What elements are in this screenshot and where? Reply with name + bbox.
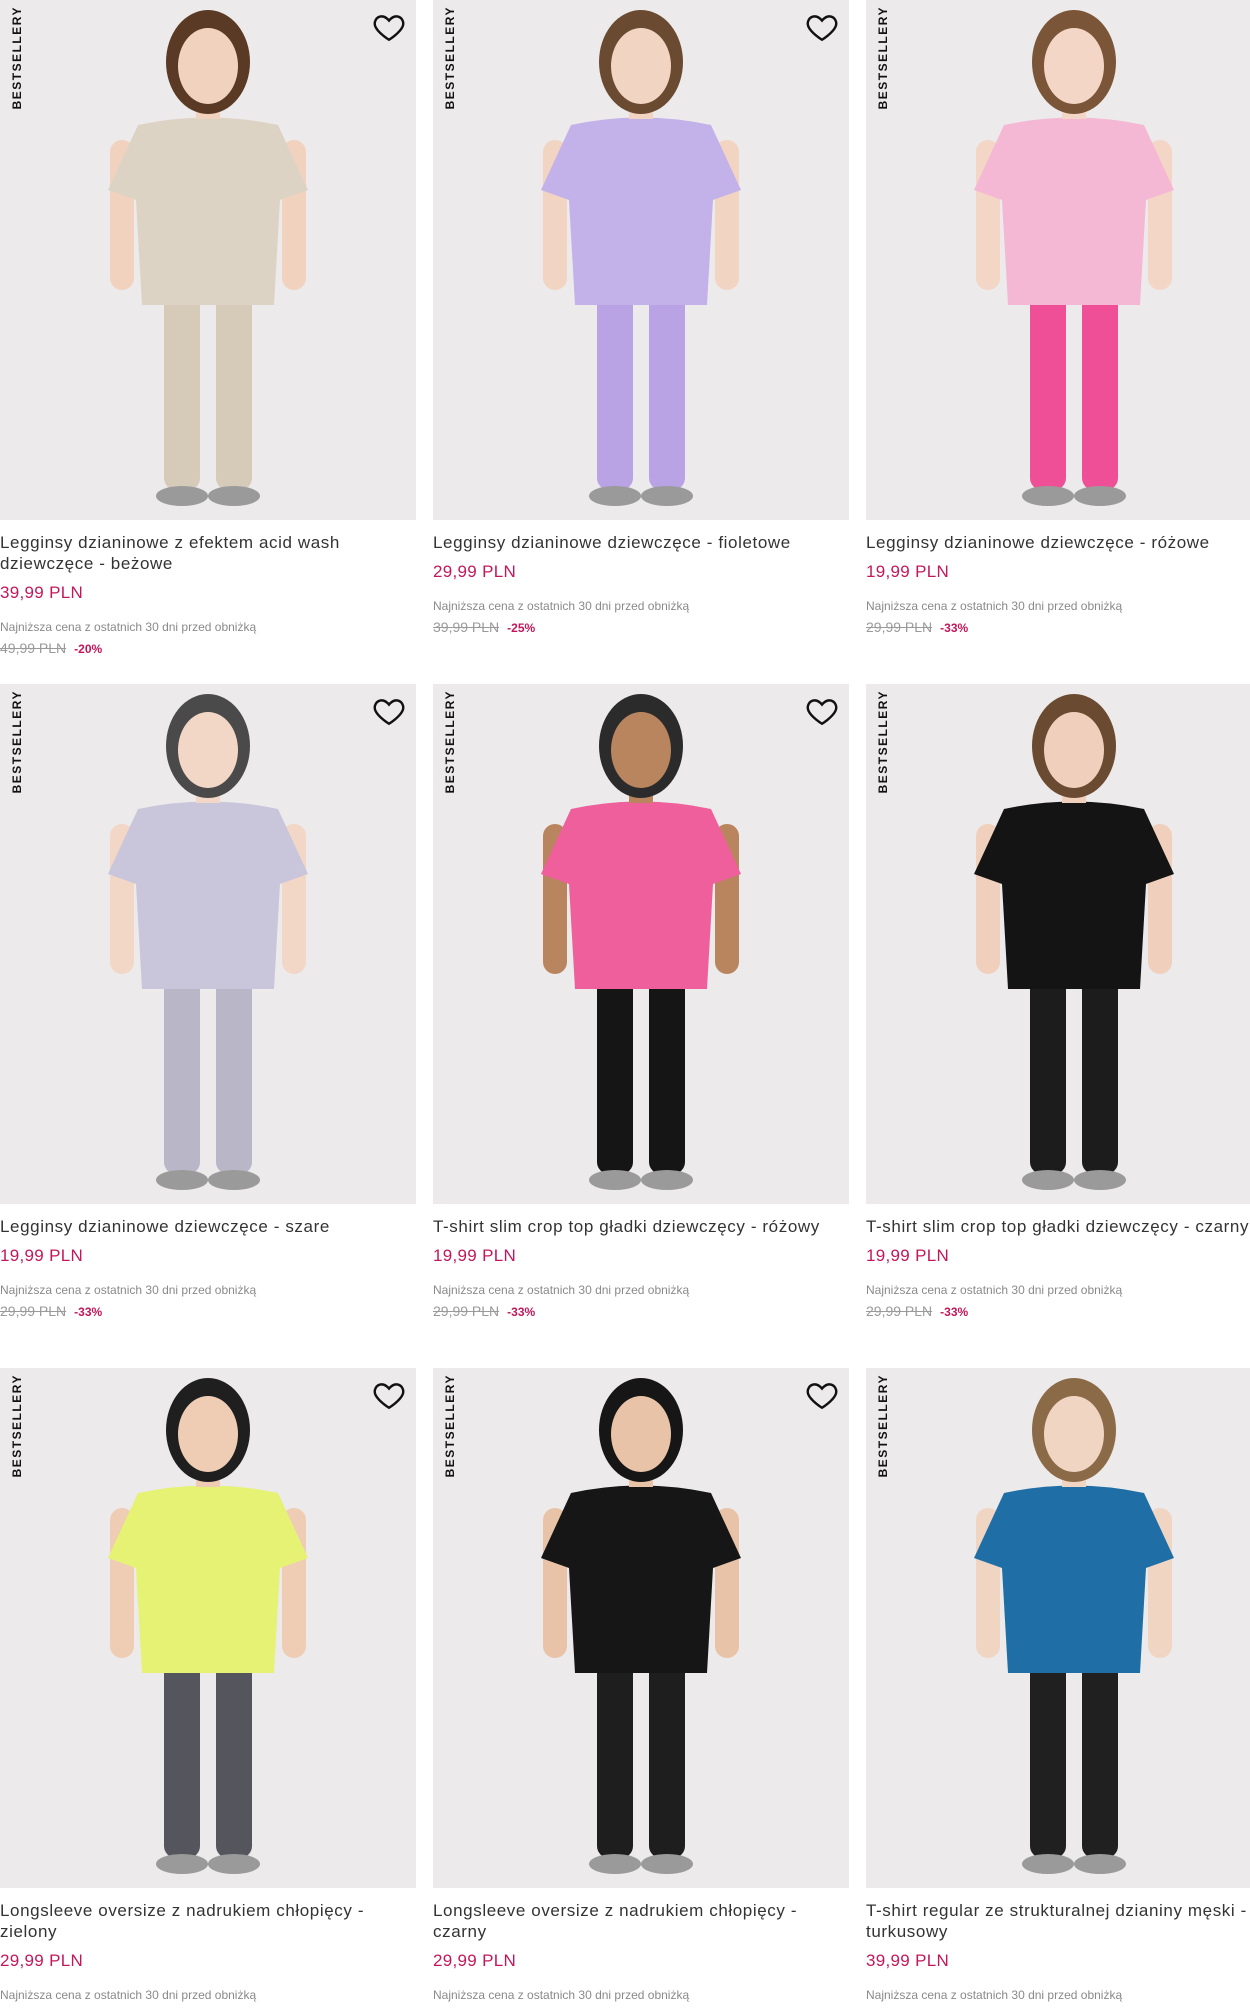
lowest-price-label: Najniższa cena z ostatnich 30 dni przed … [866, 1988, 1123, 2002]
heart-icon[interactable] [805, 694, 839, 728]
product-image[interactable]: BESTSELLERY [0, 1368, 416, 1888]
heart-icon[interactable] [805, 1378, 839, 1412]
product-card[interactable]: BESTSELLERY T-shirt regular ze struktura… [866, 1368, 1250, 2014]
bestseller-badge: BESTSELLERY [10, 690, 24, 794]
product-card[interactable]: BESTSELLERY T-shirt slim crop top gładki… [433, 684, 849, 1354]
product-price: 19,99 PLN [433, 1246, 517, 1265]
product-name[interactable]: T-shirt regular ze strukturalnej dzianin… [866, 1900, 1250, 1942]
lowest-price-label: Najniższa cena z ostatnich 30 dni przed … [866, 599, 1123, 613]
bestseller-badge: BESTSELLERY [443, 1374, 457, 1478]
old-price: 39,99 PLN [433, 619, 500, 635]
lowest-price-label: Najniższa cena z ostatnich 30 dni przed … [433, 599, 690, 613]
product-image[interactable]: BESTSELLERY [866, 1368, 1250, 1888]
lowest-price-label: Najniższa cena z ostatnich 30 dni przed … [433, 1988, 690, 2002]
old-price-row: 49,99 PLN -20% [0, 640, 416, 656]
model-figure [108, 1378, 308, 1874]
product-image[interactable]: BESTSELLERY [433, 684, 849, 1204]
lowest-price-label: Najniższa cena z ostatnich 30 dni przed … [866, 1283, 1123, 1297]
product-grid: BESTSELLERY Legginsy dzianinowe z efekte… [0, 0, 1250, 2014]
model-figure [108, 10, 308, 506]
product-card[interactable]: BESTSELLERY Legginsy dzianinowe z efekte… [0, 0, 416, 670]
product-name[interactable]: Legginsy dzianinowe dziewczęce - fioleto… [433, 532, 849, 553]
product-name[interactable]: Legginsy dzianinowe dziewczęce - szare [0, 1216, 416, 1237]
bestseller-badge: BESTSELLERY [876, 6, 890, 110]
model-figure [974, 10, 1174, 506]
product-image[interactable]: BESTSELLERY [866, 684, 1250, 1204]
heart-icon[interactable] [372, 1378, 406, 1412]
lowest-price-label: Najniższa cena z ostatnich 30 dni przed … [433, 1283, 690, 1297]
model-figure [541, 10, 741, 506]
product-name[interactable]: T-shirt slim crop top gładki dziewczęcy … [866, 1216, 1250, 1237]
product-image[interactable]: BESTSELLERY [0, 684, 416, 1204]
product-price: 29,99 PLN [433, 562, 517, 581]
old-price-row: 29,99 PLN -33% [0, 1303, 416, 1319]
model-figure [541, 1378, 741, 1874]
old-price: 29,99 PLN [0, 1303, 67, 1319]
bestseller-badge: BESTSELLERY [443, 690, 457, 794]
product-image[interactable]: BESTSELLERY [0, 0, 416, 520]
bestseller-badge: BESTSELLERY [876, 690, 890, 794]
bestseller-badge: BESTSELLERY [10, 6, 24, 110]
product-price: 19,99 PLN [0, 1246, 84, 1265]
heart-icon[interactable] [372, 10, 406, 44]
bestseller-badge: BESTSELLERY [10, 1374, 24, 1478]
old-price-row: 29,99 PLN -33% [866, 1303, 1250, 1319]
product-card[interactable]: BESTSELLERY Longsleeve oversize z nadruk… [433, 1368, 849, 2014]
product-price: 19,99 PLN [866, 1246, 950, 1265]
discount-badge: -33% [940, 1305, 969, 1319]
lowest-price-label: Najniższa cena z ostatnich 30 dni przed … [0, 620, 257, 634]
discount-badge: -20% [74, 642, 103, 656]
old-price: 29,99 PLN [866, 1303, 933, 1319]
discount-badge: -33% [74, 1305, 103, 1319]
product-price: 29,99 PLN [433, 1951, 517, 1970]
product-price: 19,99 PLN [866, 562, 950, 581]
model-figure [541, 694, 741, 1190]
product-price: 29,99 PLN [0, 1951, 84, 1970]
lowest-price-label: Najniższa cena z ostatnich 30 dni przed … [0, 1988, 257, 2002]
discount-badge: -33% [507, 1305, 536, 1319]
product-card[interactable]: BESTSELLERY T-shirt slim crop top gładki… [866, 684, 1250, 1354]
lowest-price-label: Najniższa cena z ostatnich 30 dni przed … [0, 1283, 257, 1297]
model-figure [974, 694, 1174, 1190]
old-price-row: 39,99 PLN -25% [433, 619, 849, 635]
discount-badge: -33% [940, 621, 969, 635]
product-price: 39,99 PLN [866, 1951, 950, 1970]
product-card[interactable]: BESTSELLERY Legginsy dzianinowe dziewczę… [0, 684, 416, 1354]
discount-badge: -25% [507, 621, 536, 635]
heart-icon[interactable] [372, 694, 406, 728]
product-name[interactable]: Legginsy dzianinowe dziewczęce - różowe [866, 532, 1250, 553]
old-price: 29,99 PLN [433, 1303, 500, 1319]
old-price-row: 29,99 PLN -33% [866, 619, 1250, 635]
product-card[interactable]: BESTSELLERY Longsleeve oversize z nadruk… [0, 1368, 416, 2014]
old-price-row: 29,99 PLN -33% [433, 1303, 849, 1319]
model-figure [108, 694, 308, 1190]
product-image[interactable]: BESTSELLERY [866, 0, 1250, 520]
heart-icon[interactable] [805, 10, 839, 44]
product-name[interactable]: Legginsy dzianinowe z efektem acid wash … [0, 532, 416, 574]
product-name[interactable]: T-shirt slim crop top gładki dziewczęcy … [433, 1216, 849, 1237]
product-image[interactable]: BESTSELLERY [433, 0, 849, 520]
product-card[interactable]: BESTSELLERY Legginsy dzianinowe dziewczę… [433, 0, 849, 670]
model-figure [974, 1378, 1174, 1874]
bestseller-badge: BESTSELLERY [443, 6, 457, 110]
product-name[interactable]: Longsleeve oversize z nadrukiem chłopięc… [0, 1900, 416, 1942]
product-name[interactable]: Longsleeve oversize z nadrukiem chłopięc… [433, 1900, 849, 1942]
product-image[interactable]: BESTSELLERY [433, 1368, 849, 1888]
bestseller-badge: BESTSELLERY [876, 1374, 890, 1478]
old-price: 49,99 PLN [0, 640, 67, 656]
old-price: 29,99 PLN [866, 619, 933, 635]
product-price: 39,99 PLN [0, 583, 84, 602]
product-card[interactable]: BESTSELLERY Legginsy dzianinowe dziewczę… [866, 0, 1250, 670]
